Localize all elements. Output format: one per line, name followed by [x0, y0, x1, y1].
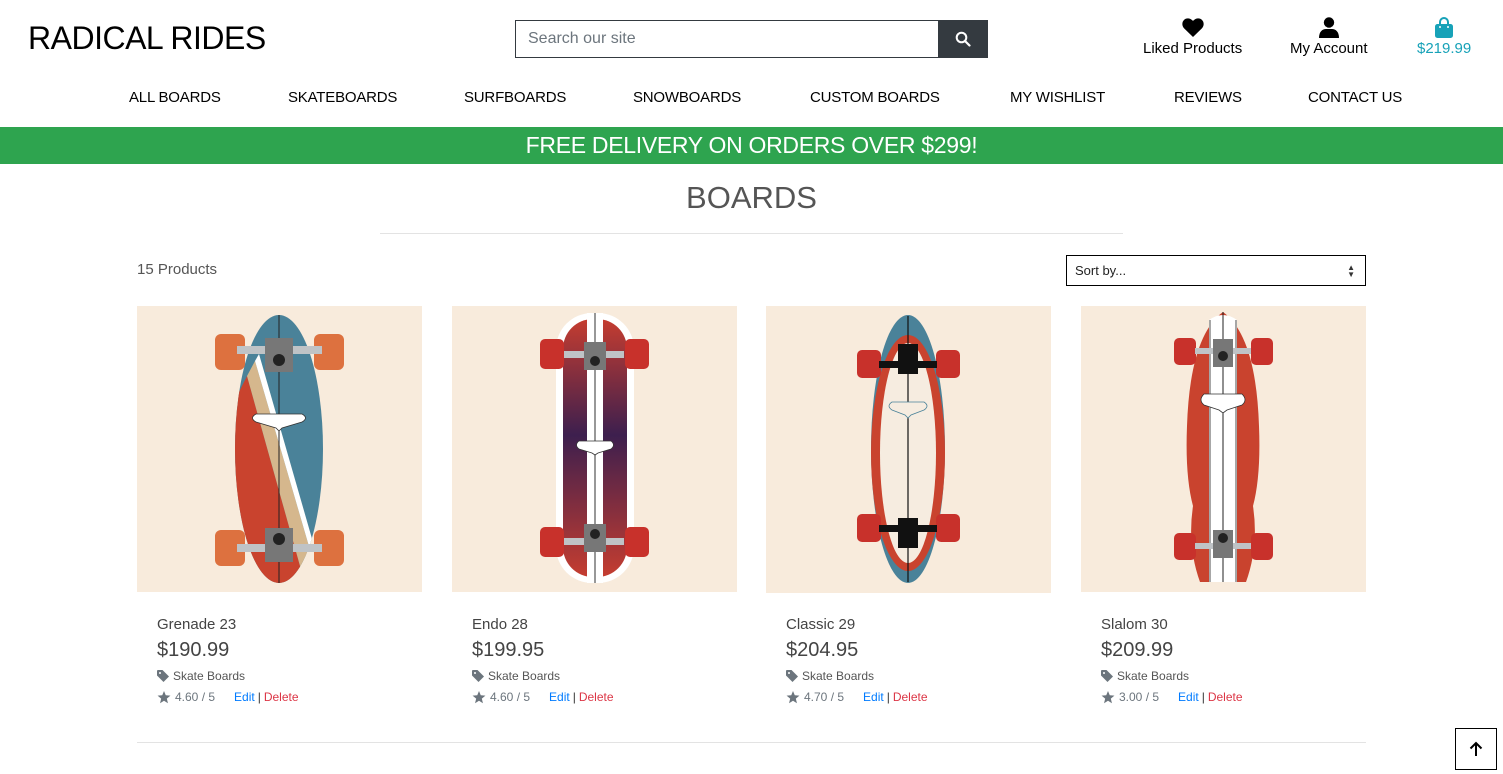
my-account-label: My Account [1290, 40, 1368, 57]
product-card: Classic 29 $204.95 Skate Boards 4.70 / 5… [766, 306, 1051, 704]
sort-select[interactable]: Sort by... ▲ ▼ [1066, 255, 1366, 286]
delete-link[interactable]: Delete [579, 690, 614, 704]
nav-my-wishlist[interactable]: MY WISHLIST [1010, 89, 1105, 106]
nav-surfboards[interactable]: SURFBOARDS [464, 89, 566, 106]
product-image[interactable] [452, 306, 737, 592]
product-rating: 3.00 / 5 [1101, 690, 1159, 704]
skateboard-image-endo [540, 313, 649, 583]
product-name[interactable]: Grenade 23 [157, 616, 422, 633]
product-image[interactable] [766, 306, 1051, 593]
separator: | [257, 690, 261, 704]
product-card: Grenade 23 $190.99 Skate Boards 4.60 / 5… [137, 306, 422, 704]
edit-link[interactable]: Edit [549, 690, 570, 704]
product-card: Slalom 30 $209.99 Skate Boards 3.00 / 5 … [1081, 306, 1366, 704]
separator: | [572, 690, 576, 704]
product-price: $204.95 [786, 639, 859, 661]
back-to-top-button[interactable] [1455, 728, 1497, 770]
delete-link[interactable]: Delete [893, 690, 928, 704]
edit-link[interactable]: Edit [1178, 690, 1199, 704]
my-account-link[interactable]: My Account [1290, 16, 1368, 57]
skateboard-image-slalom [1174, 312, 1273, 582]
sort-selected-value: Sort by... [1075, 263, 1127, 278]
search-input[interactable] [515, 20, 938, 58]
product-price: $199.95 [472, 639, 545, 661]
title-divider [380, 233, 1123, 234]
product-rating: 4.70 / 5 [786, 690, 844, 704]
sort-arrows-icon: ▲ ▼ [1347, 262, 1355, 279]
product-price: $209.99 [1101, 639, 1174, 661]
product-price: $190.99 [157, 639, 230, 661]
nav-reviews[interactable]: REVIEWS [1174, 89, 1242, 106]
liked-products-link[interactable]: Liked Products [1143, 16, 1242, 57]
row-divider [137, 742, 1366, 743]
heart-icon [1181, 17, 1204, 37]
product-category[interactable]: Skate Boards [157, 669, 422, 683]
skateboard-image-classic [857, 315, 960, 583]
shopping-bag-link[interactable]: $219.99 [1417, 16, 1471, 57]
product-category[interactable]: Skate Boards [786, 669, 1051, 683]
nav-all-boards[interactable]: ALL BOARDS [129, 89, 221, 106]
star-icon [157, 690, 171, 703]
product-image[interactable] [137, 306, 422, 592]
product-count: 15 Products [137, 261, 218, 278]
tag-icon [472, 670, 484, 682]
edit-link[interactable]: Edit [234, 690, 255, 704]
search-form [515, 20, 988, 58]
delete-link[interactable]: Delete [1208, 690, 1243, 704]
product-card: Endo 28 $199.95 Skate Boards 4.60 / 5 Ed… [452, 306, 737, 704]
product-rating: 4.60 / 5 [472, 690, 530, 704]
product-category[interactable]: Skate Boards [472, 669, 737, 683]
product-name[interactable]: Classic 29 [786, 616, 1051, 633]
separator: | [886, 690, 890, 704]
separator: | [1201, 690, 1205, 704]
product-name[interactable]: Endo 28 [472, 616, 737, 633]
delete-link[interactable]: Delete [264, 690, 299, 704]
arrow-up-icon [1469, 741, 1483, 756]
nav-custom-boards[interactable]: CUSTOM BOARDS [810, 89, 940, 106]
user-icon [1318, 16, 1339, 38]
product-rating: 4.60 / 5 [157, 690, 215, 704]
liked-products-label: Liked Products [1143, 40, 1243, 57]
tag-icon [1101, 670, 1113, 682]
site-logo[interactable]: RADICAL RIDES [28, 20, 266, 57]
product-image[interactable] [1081, 306, 1366, 592]
nav-snowboards[interactable]: SNOWBOARDS [633, 89, 741, 106]
nav-contact-us[interactable]: CONTACT US [1308, 89, 1402, 106]
search-button[interactable] [938, 20, 988, 58]
star-icon [1101, 690, 1115, 703]
product-category[interactable]: Skate Boards [1101, 669, 1366, 683]
search-icon [955, 31, 971, 47]
star-icon [786, 690, 800, 703]
skateboard-image-grenade [215, 315, 344, 583]
bag-total: $219.99 [1417, 40, 1472, 57]
product-name[interactable]: Slalom 30 [1101, 616, 1366, 633]
edit-link[interactable]: Edit [863, 690, 884, 704]
star-icon [472, 690, 486, 703]
main-nav: ALL BOARDS SKATEBOARDS SURFBOARDS SNOWBO… [0, 89, 1503, 111]
tag-icon [157, 670, 169, 682]
shopping-bag-icon [1435, 16, 1454, 38]
page-title: BOARDS [686, 180, 817, 215]
delivery-banner: FREE DELIVERY ON ORDERS OVER $299! [0, 127, 1503, 164]
tag-icon [786, 670, 798, 682]
nav-skateboards[interactable]: SKATEBOARDS [288, 89, 397, 106]
